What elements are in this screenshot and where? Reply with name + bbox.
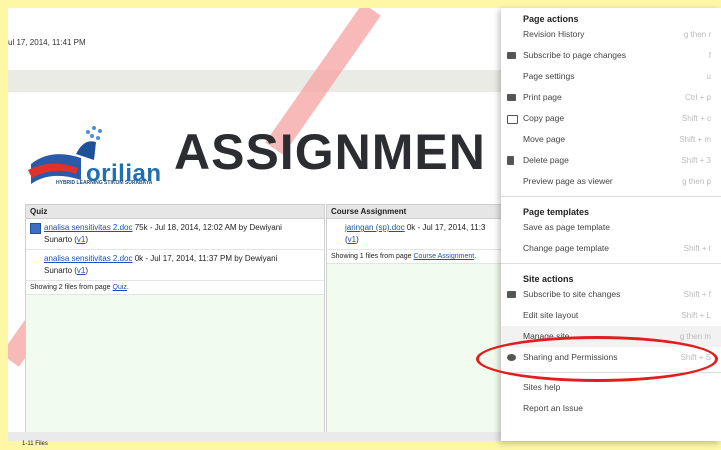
menu-item-edit-site-layout[interactable]: Edit site layout Shift + L	[501, 305, 721, 326]
file-author: Sunarto	[44, 266, 73, 275]
trash-icon	[507, 156, 514, 165]
showing-files-text: Showing 1 files from page Course Assignm…	[327, 250, 517, 264]
file-meta: 0k - Jul 17, 2014, 11:37 PM by Dewiyani	[134, 254, 278, 263]
menu-item-change-template[interactable]: Change page template Shift + t	[501, 238, 721, 259]
shortcut-hint: Ctrl + p	[684, 93, 711, 102]
mail-icon	[507, 52, 516, 59]
doc-file-icon	[30, 223, 41, 234]
shortcut-hint: u	[706, 72, 711, 81]
shortcut-hint: Shift + m	[679, 135, 711, 144]
mail-icon	[507, 291, 516, 298]
quiz-panel-header: Quiz	[26, 205, 324, 219]
page-link[interactable]: Quiz	[113, 284, 127, 291]
shortcut-hint: g then r	[683, 30, 711, 39]
file-version-link[interactable]: v1	[77, 266, 85, 275]
file-link[interactable]: analisa sensitivitas 2.doc	[44, 223, 133, 232]
menu-item-save-as-template[interactable]: Save as page template	[501, 217, 721, 238]
last-updated-timestamp: ul 17, 2014, 11:41 PM	[8, 38, 86, 47]
showing-files-text: Showing 2 files from page Quiz.	[26, 281, 324, 295]
file-link[interactable]: analisa sensitivitas 2.doc	[44, 254, 133, 263]
menu-item-page-settings[interactable]: Page settings u	[501, 66, 721, 87]
menu-item-copy-page[interactable]: Copy page Shift + c	[501, 108, 721, 129]
page-actions-title: Page actions	[523, 14, 579, 24]
site-actions-title: Site actions	[523, 274, 574, 284]
file-row: jaringan (sp).doc 0k - Jul 17, 2014, 11:…	[327, 219, 517, 250]
file-author: Sunarto	[44, 235, 73, 244]
menu-item-delete-page[interactable]: Delete page Shift + 3	[501, 150, 721, 171]
shortcut-hint: f	[708, 51, 711, 60]
menu-divider	[501, 263, 721, 264]
highlight-annotation-oval	[476, 336, 718, 382]
page-title: ASSIGNMEN	[174, 124, 486, 180]
file-row: analisa sensitivitas 2.doc 0k - Jul 17, …	[26, 250, 324, 281]
file-version-link[interactable]: v1	[348, 235, 356, 244]
menu-item-subscribe-page[interactable]: Subscribe to page changes f	[501, 45, 721, 66]
shortcut-hint: Shift + 3	[681, 156, 711, 165]
shortcut-hint: Shift + c	[681, 114, 711, 123]
menu-item-subscribe-site[interactable]: Subscribe to site changes Shift + f	[501, 284, 721, 305]
logo-subtitle: HYBRID LEARNING STIKOM SURABAYA	[56, 180, 153, 186]
course-panel-header: Course Assignment	[327, 205, 517, 219]
menu-item-report-issue[interactable]: Report an Issue	[501, 398, 721, 419]
menu-item-preview-as-viewer[interactable]: Preview page as viewer g then p	[501, 171, 721, 192]
menu-item-revision-history[interactable]: Revision History g then r	[501, 24, 721, 45]
menu-item-print-page[interactable]: Print page Ctrl + p	[501, 87, 721, 108]
menu-item-move-page[interactable]: Move page Shift + m	[501, 129, 721, 150]
page-templates-title: Page templates	[523, 207, 590, 217]
shortcut-hint: Shift + f	[683, 290, 711, 299]
file-version-link[interactable]: v1	[77, 235, 85, 244]
shortcut-hint: g then p	[682, 177, 711, 186]
file-row: analisa sensitivitas 2.doc 75k - Jul 18,…	[26, 219, 324, 250]
quiz-file-panel: Quiz analisa sensitivitas 2.doc 75k - Ju…	[25, 204, 325, 441]
menu-divider	[501, 196, 721, 197]
file-meta: 75k - Jul 18, 2014, 12:02 AM by Dewiyani	[134, 223, 282, 232]
shortcut-hint: Shift + L	[681, 311, 711, 320]
copy-icon	[507, 115, 518, 124]
file-link[interactable]: jaringan (sp).doc	[345, 223, 405, 232]
print-icon	[507, 94, 516, 101]
course-assignment-panel: Course Assignment jaringan (sp).doc 0k -…	[326, 204, 518, 441]
file-meta: 0k - Jul 17, 2014, 11:3	[406, 223, 486, 232]
page-link[interactable]: Course Assignment	[414, 253, 475, 260]
files-footer-strip: 1-11 Files	[8, 432, 502, 447]
shortcut-hint: Shift + t	[683, 244, 711, 253]
